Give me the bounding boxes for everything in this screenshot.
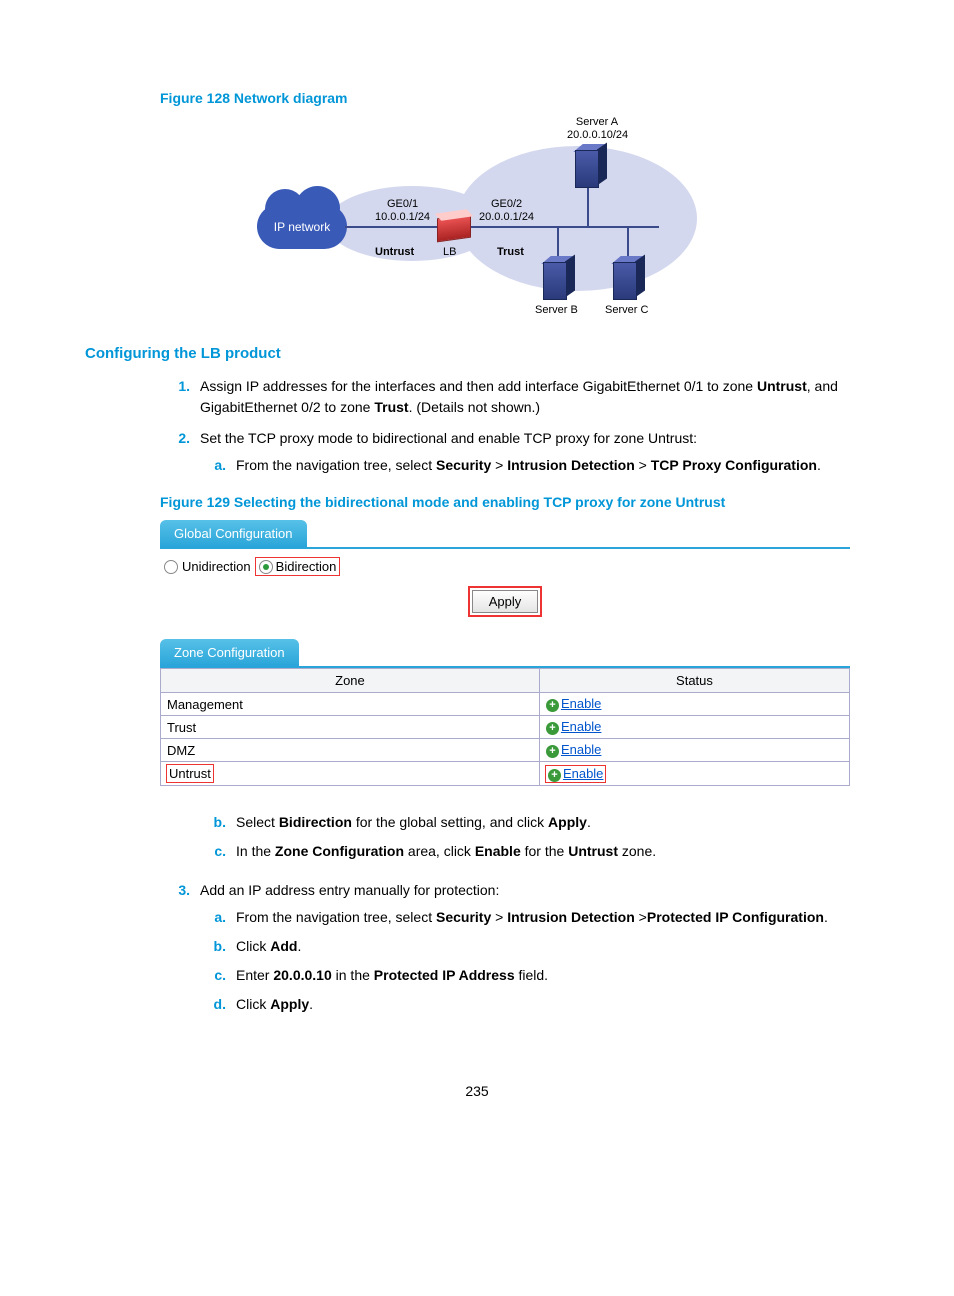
step-2b-text: Select Bidirection for the global settin…: [236, 812, 869, 833]
network-diagram: IP network Server A20.0.0.10/24 GE0/110.…: [257, 116, 697, 321]
ge01-label: GE0/110.0.0.1/24: [375, 198, 430, 224]
zone-table: Zone Status Management +Enable Trust +En…: [160, 668, 850, 786]
step-3b-letter: b.: [200, 936, 236, 957]
step-1-number: 1.: [160, 376, 200, 418]
unidirection-label: Unidirection: [182, 559, 251, 574]
step-2c-text: In the Zone Configuration area, click En…: [236, 841, 869, 862]
add-icon: +: [546, 745, 559, 758]
step-3c-letter: c.: [200, 965, 236, 986]
add-icon: +: [546, 722, 559, 735]
server-a-icon: [575, 144, 605, 186]
table-row: Management +Enable: [161, 693, 850, 716]
enable-link-untrust[interactable]: Enable: [563, 766, 603, 781]
figure-129-title: Figure 129 Selecting the bidirectional m…: [160, 494, 869, 510]
global-config-tab[interactable]: Global Configuration: [160, 520, 307, 547]
untrust-label: Untrust: [375, 246, 414, 259]
server-c-icon: [613, 256, 643, 298]
enable-link-dmz[interactable]: Enable: [561, 742, 601, 757]
step-2a-text: From the navigation tree, select Securit…: [236, 455, 869, 476]
unidirection-radio[interactable]: [164, 560, 178, 574]
step-3b-text: Click Add.: [236, 936, 869, 957]
step-3-number: 3.: [160, 880, 200, 1023]
enable-link-trust[interactable]: Enable: [561, 719, 601, 734]
step-3d-letter: d.: [200, 994, 236, 1015]
enable-link-management[interactable]: Enable: [561, 696, 601, 711]
step-3-text: Add an IP address entry manually for pro…: [200, 882, 499, 898]
ip-network-cloud: IP network: [257, 204, 347, 249]
table-row: DMZ +Enable: [161, 739, 850, 762]
zone-config-tab[interactable]: Zone Configuration: [160, 639, 299, 666]
server-c-label: Server C: [605, 304, 648, 317]
apply-button[interactable]: Apply: [472, 590, 539, 613]
add-icon: +: [548, 769, 561, 782]
lb-label: LB: [443, 246, 456, 259]
tcp-proxy-config-panel: Global Configuration Unidirection Bidire…: [160, 520, 850, 786]
section-heading: Configuring the LB product: [85, 345, 869, 362]
bidirection-radio[interactable]: [259, 560, 273, 574]
figure-128-title: Figure 128 Network diagram: [160, 90, 869, 106]
server-a-label: Server A20.0.0.10/24: [567, 116, 627, 142]
zone-column-header: Zone: [161, 669, 540, 693]
step-2-text: Set the TCP proxy mode to bidirectional …: [200, 430, 697, 446]
ge02-label: GE0/220.0.0.1/24: [479, 198, 534, 224]
bidirection-label: Bidirection: [276, 559, 337, 574]
step-3d-text: Click Apply.: [236, 994, 869, 1015]
page-number: 235: [85, 1083, 869, 1099]
lb-router-icon: [437, 214, 471, 243]
step-3a-letter: a.: [200, 907, 236, 928]
table-row: Untrust +Enable: [161, 762, 850, 786]
trust-label: Trust: [497, 246, 524, 259]
step-3c-text: Enter 20.0.0.10 in the Protected IP Addr…: [236, 965, 869, 986]
step-2-number: 2.: [160, 428, 200, 484]
add-icon: +: [546, 699, 559, 712]
step-1-text: Assign IP addresses for the interfaces a…: [200, 376, 869, 418]
step-2a-letter: a.: [200, 455, 236, 476]
status-column-header: Status: [539, 669, 849, 693]
table-row: Trust +Enable: [161, 716, 850, 739]
step-2b-letter: b.: [200, 812, 236, 833]
step-2c-letter: c.: [200, 841, 236, 862]
server-b-icon: [543, 256, 573, 298]
server-b-label: Server B: [535, 304, 578, 317]
step-3a-text: From the navigation tree, select Securit…: [236, 907, 869, 928]
